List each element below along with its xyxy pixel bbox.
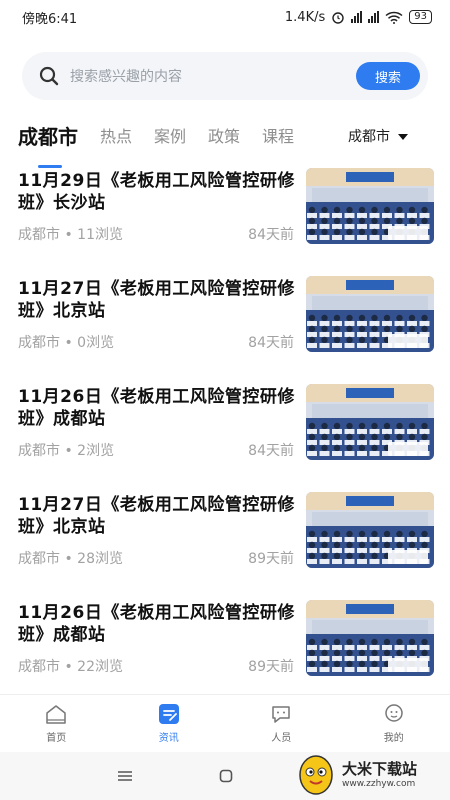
signal-icon [351,11,363,23]
network-speed: 1.4K/s [284,9,326,25]
news-source: 成都市 • 28浏览 [18,548,123,568]
news-city: 成都市 [18,659,60,675]
news-views: 28浏览 [77,551,123,567]
news-age: 84天前 [248,443,294,459]
news-source: 成都市 • 11浏览 [18,224,123,244]
news-title: 11月26日《老板用工风险管控研修班》成都站 [18,387,295,429]
news-title: 11月26日《老板用工风险管控研修班》成都站 [18,603,295,645]
conference-photo [306,276,434,352]
status-time: 傍晚6:41 [22,11,78,27]
news-icon [158,704,179,724]
wifi-icon [385,11,403,24]
watermark-title: 大米下载站 [342,759,418,778]
news-city: 成都市 [18,227,60,243]
conference-photo [306,384,434,460]
news-source: 成都市 • 22浏览 [18,656,123,676]
status-bar: 傍晚6:41 1.4K/s 93 [0,0,450,34]
news-thumbnail[interactable] [306,492,434,568]
conference-photo [306,168,434,244]
news-age: 84天前 [248,227,294,243]
news-thumbnail[interactable] [306,276,434,352]
news-item[interactable]: 11月27日《老板用工风险管控研修班》北京站 成都市 • 0浏览 84天前 [0,272,450,380]
news-title: 11月27日《老板用工风险管控研修班》北京站 [18,495,295,537]
home-icon [46,705,66,724]
meta-separator: • [60,443,78,459]
nav-profile[interactable]: 我的 [338,695,450,750]
news-views: 0浏览 [77,335,115,351]
news-meta: 成都市 • 11浏览 84天前 [18,224,294,244]
search-icon [39,66,59,86]
news-meta: 成都市 • 22浏览 89天前 [18,656,294,676]
tab-policy[interactable]: 政策 [208,122,240,152]
tab-local-city[interactable]: 成都市 [18,122,78,152]
alarm-icon [332,12,344,24]
city-selector-label: 成都市 [348,129,390,145]
news-thumbnail[interactable] [306,168,434,244]
news-age: 89天前 [248,659,294,675]
news-age: 84天前 [248,335,294,351]
mascot-logo-icon [299,755,333,795]
nav-people-label: 人员 [271,733,292,744]
battery-indicator: 93 [409,10,432,24]
nav-news-label: 资讯 [158,733,179,744]
search-button[interactable]: 搜索 [356,62,420,90]
news-views: 11浏览 [77,227,123,243]
signal-icon-2 [368,11,380,23]
news-title: 11月29日《老板用工风险管控研修班》长沙站 [18,171,295,213]
meta-separator: • [60,335,78,351]
menu-icon[interactable] [117,770,133,782]
news-views: 2浏览 [77,443,115,459]
chevron-down-icon [398,134,408,140]
conference-photo [306,600,434,676]
city-selector[interactable]: 成都市 [348,122,408,152]
nav-home[interactable]: 首页 [0,695,113,750]
bottom-nav: 首页 资讯 人员 我的 [0,694,450,750]
news-views: 22浏览 [77,659,123,675]
news-item[interactable]: 11月29日《老板用工风险管控研修班》长沙站 成都市 • 11浏览 84天前 [0,164,450,272]
tab-cases[interactable]: 案例 [154,122,186,152]
meta-separator: • [60,551,78,567]
news-source: 成都市 • 0浏览 [18,332,114,352]
watermark: 大米下载站 www.zzhyw.com [296,748,446,798]
news-age: 89天前 [248,551,294,567]
category-tabs: 成都市 热点 案例 政策 课程 成都市 [18,122,432,168]
news-thumbnail[interactable] [306,384,434,460]
tab-hot[interactable]: 热点 [100,122,132,152]
news-city: 成都市 [18,443,60,459]
meta-separator: • [60,227,78,243]
news-title: 11月27日《老板用工风险管控研修班》北京站 [18,279,295,321]
search-bar[interactable]: 搜索感兴趣的内容 搜索 [22,52,428,100]
news-item[interactable]: 11月26日《老板用工风险管控研修班》成都站 成都市 • 2浏览 84天前 [0,380,450,488]
news-meta: 成都市 • 2浏览 84天前 [18,440,294,460]
profile-icon [385,704,403,722]
news-meta: 成都市 • 0浏览 84天前 [18,332,294,352]
nav-profile-label: 我的 [383,733,404,744]
watermark-url: www.zzhyw.com [342,778,416,789]
news-city: 成都市 [18,335,60,351]
news-list: 11月29日《老板用工风险管控研修班》长沙站 成都市 • 11浏览 84天前 1… [0,164,450,704]
people-icon [272,706,290,723]
news-thumbnail[interactable] [306,600,434,676]
nav-people[interactable]: 人员 [225,695,338,750]
conference-photo [306,492,434,568]
news-meta: 成都市 • 28浏览 89天前 [18,548,294,568]
meta-separator: • [60,659,78,675]
home-square-icon[interactable] [219,769,233,783]
search-input[interactable]: 搜索感兴趣的内容 [70,66,356,86]
news-city: 成都市 [18,551,60,567]
status-icons: 1.4K/s 93 [285,10,432,25]
news-source: 成都市 • 2浏览 [18,440,114,460]
nav-news[interactable]: 资讯 [113,695,226,750]
watermark-text: 大米下载站 www.zzhyw.com [342,758,417,789]
tab-courses[interactable]: 课程 [262,122,294,152]
news-item[interactable]: 11月27日《老板用工风险管控研修班》北京站 成都市 • 28浏览 89天前 [0,488,450,596]
news-item[interactable]: 11月26日《老板用工风险管控研修班》成都站 成都市 • 22浏览 89天前 [0,596,450,704]
nav-home-label: 首页 [46,733,67,744]
